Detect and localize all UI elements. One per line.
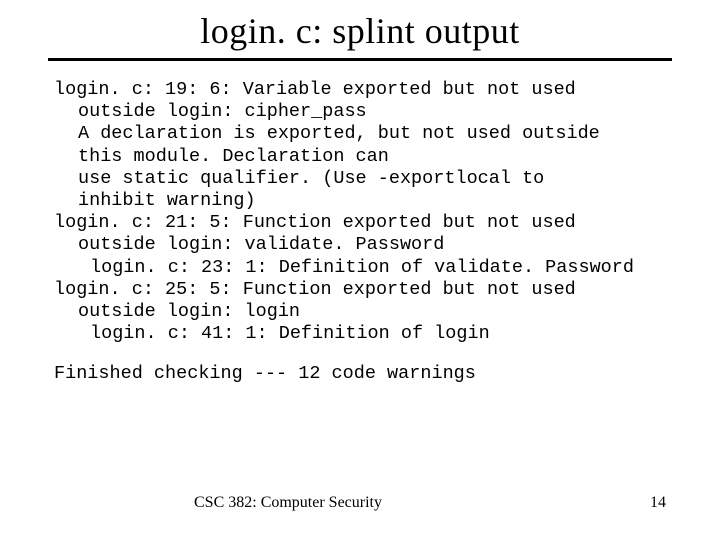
blank-line xyxy=(54,345,666,363)
code-line: inhibit warning) xyxy=(54,190,666,212)
footer-page-number: 14 xyxy=(650,494,666,512)
code-line: A declaration is exported, but not used … xyxy=(54,123,666,145)
code-line: login. c: 25: 5: Function exported but n… xyxy=(54,279,666,301)
code-line: login. c: 23: 1: Definition of validate.… xyxy=(54,257,666,279)
code-line: outside login: validate. Password xyxy=(54,234,666,256)
code-line: use static qualifier. (Use -exportlocal … xyxy=(54,168,666,190)
code-line: outside login: login xyxy=(54,301,666,323)
footer-course: CSC 382: Computer Security xyxy=(194,494,382,512)
code-line: outside login: cipher_pass xyxy=(54,101,666,123)
slide-body: login. c: 19: 6: Variable exported but n… xyxy=(0,79,720,385)
slide: login. c: splint output login. c: 19: 6:… xyxy=(0,0,720,540)
code-line: login. c: 19: 6: Variable exported but n… xyxy=(54,79,666,101)
slide-title: login. c: splint output xyxy=(0,0,720,58)
code-line: login. c: 21: 5: Function exported but n… xyxy=(54,212,666,234)
slide-footer: CSC 382: Computer Security 14 xyxy=(0,494,720,512)
code-line: this module. Declaration can xyxy=(54,146,666,168)
code-line: login. c: 41: 1: Definition of login xyxy=(54,323,666,345)
code-line: Finished checking --- 12 code warnings xyxy=(54,363,666,385)
title-rule xyxy=(48,58,672,61)
